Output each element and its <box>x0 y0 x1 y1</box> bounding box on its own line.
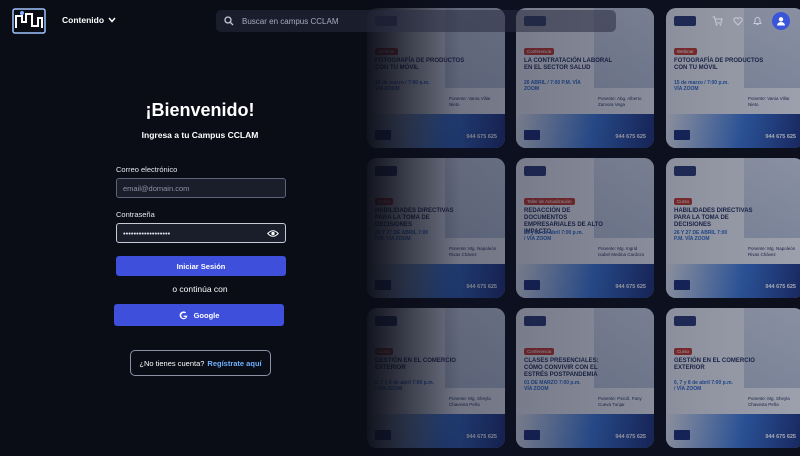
google-login-label: Google <box>193 310 220 320</box>
google-icon <box>179 310 187 319</box>
signup-prompt: ¿No tienes cuenta? <box>139 358 205 368</box>
email-field-wrapper <box>116 178 286 198</box>
welcome-subtitle: Ingresa a tu Campus CCLAM <box>141 130 259 140</box>
top-header: Contenido <box>0 0 800 42</box>
or-divider-text: o continúa con <box>172 284 228 294</box>
cart-icon[interactable] <box>712 16 723 26</box>
heart-icon[interactable] <box>733 16 743 26</box>
user-icon <box>777 17 785 26</box>
login-button[interactable]: Iniciar Sesión <box>116 256 286 276</box>
signup-box: ¿No tienes cuenta? Regístrate aquí <box>130 350 271 376</box>
eye-icon[interactable] <box>267 229 279 238</box>
content-menu-label: Contenido <box>62 15 105 25</box>
search-icon <box>224 16 234 26</box>
email-label: Correo electrónico <box>116 165 178 174</box>
cclam-logo-icon[interactable] <box>12 8 46 34</box>
chevron-down-icon <box>108 17 116 23</box>
content-menu-button[interactable]: Contenido <box>62 15 116 25</box>
login-panel: ¡Bienvenido! Ingresa a tu Campus CCLAM C… <box>0 42 400 456</box>
signup-link[interactable]: Regístrate aquí <box>207 359 261 368</box>
email-field[interactable] <box>123 183 279 193</box>
search-bar[interactable] <box>216 10 616 32</box>
user-avatar[interactable] <box>772 12 790 30</box>
google-login-button[interactable]: Google <box>114 304 284 326</box>
password-field[interactable] <box>123 228 267 238</box>
welcome-title: ¡Bienvenido! <box>145 100 255 120</box>
bell-icon[interactable] <box>753 16 762 26</box>
header-actions <box>712 12 790 30</box>
password-field-wrapper <box>116 223 286 243</box>
password-label: Contraseña <box>116 210 155 219</box>
search-input[interactable] <box>242 16 582 26</box>
